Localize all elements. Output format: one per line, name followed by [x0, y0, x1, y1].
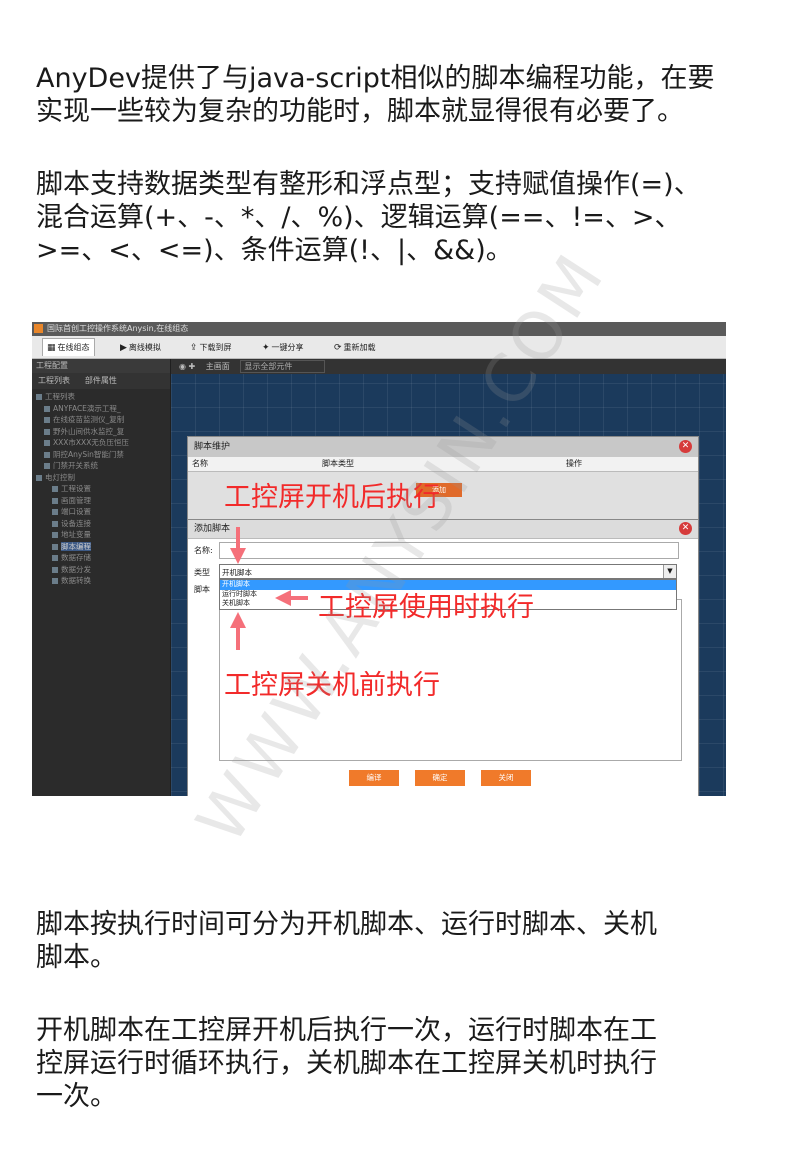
- outro-paragraph-1: 脚本按执行时间可分为开机脚本、运行时脚本、关机 脚本。: [36, 909, 657, 973]
- annotation-arrows: [230, 527, 308, 650]
- outro-paragraph-2: 开机脚本在工控屏开机后执行一次，运行时脚本在工 控屏运行时循环执行，关机脚本在工…: [36, 1015, 657, 1112]
